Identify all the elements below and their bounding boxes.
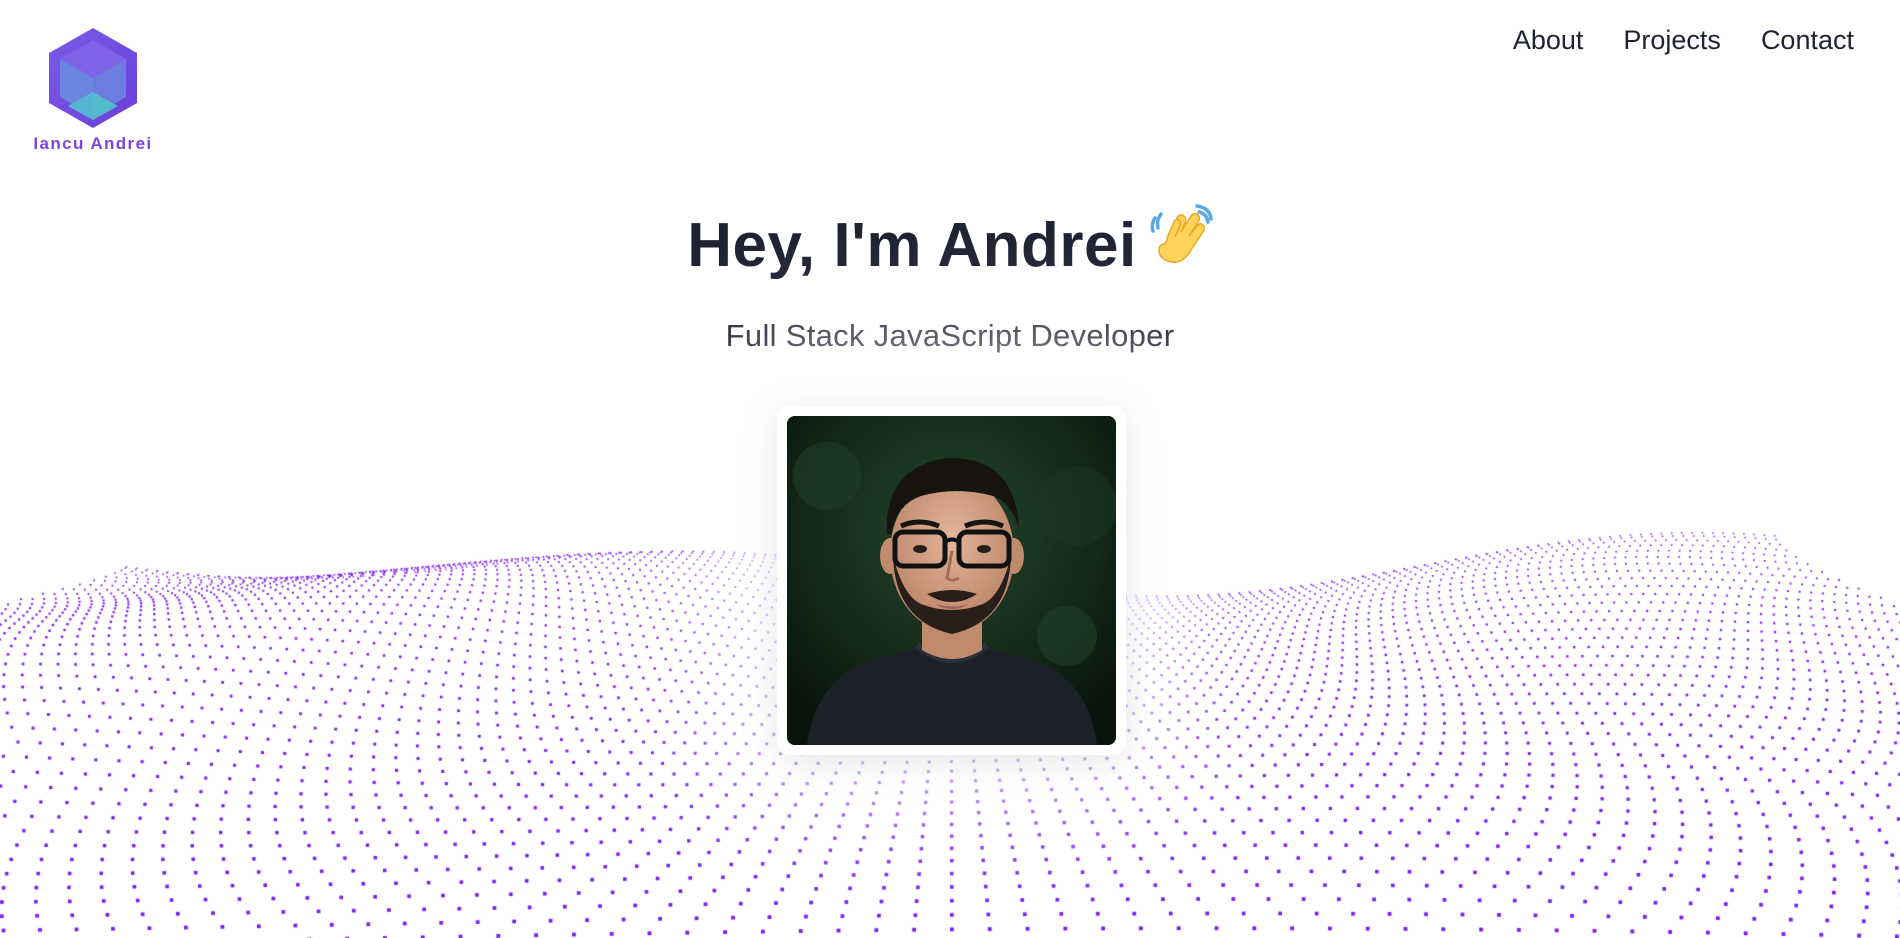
profile-photo-card: [777, 406, 1126, 755]
profile-photo: [787, 416, 1116, 745]
nav-projects-link[interactable]: Projects: [1623, 25, 1721, 56]
waving-hand-icon: [1147, 204, 1213, 285]
main-nav: About Projects Contact: [1513, 25, 1854, 56]
page: Iancu Andrei About Projects Contact Hey,…: [0, 0, 1900, 938]
nav-about-link[interactable]: About: [1513, 25, 1584, 56]
hero-title-text: Hey, I'm Andrei: [687, 211, 1137, 280]
hexagon-cube-icon: [49, 28, 137, 128]
nav-contact-link[interactable]: Contact: [1761, 25, 1854, 56]
site-logo[interactable]: Iancu Andrei: [28, 26, 158, 154]
brand-name: Iancu Andrei: [33, 134, 153, 153]
hero-subtitle: Full Stack JavaScript Developer: [725, 318, 1175, 353]
hero-title: Hey, I'm Andrei: [0, 204, 1900, 285]
